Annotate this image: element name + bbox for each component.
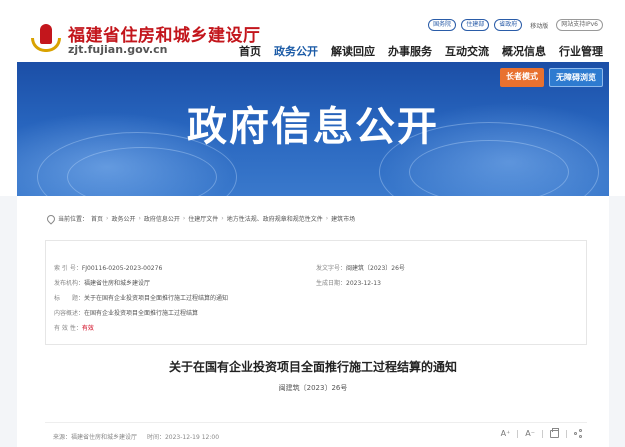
share-icon[interactable]: [574, 429, 583, 438]
info-summary-value: 在国有企业投资项目全面推行施工过程结算: [84, 310, 199, 317]
info-docno-value: 闽建筑〔2023〕26号: [346, 265, 405, 272]
breadcrumb-item-regulations[interactable]: 地方性法规、政府规章和规范性文件: [227, 214, 323, 223]
nav-item-gov-open[interactable]: 政务公开: [274, 43, 318, 59]
util-link-mobile[interactable]: 移动版: [527, 21, 551, 30]
meta-divider: [45, 422, 587, 423]
breadcrumb-item-gov-open[interactable]: 政务公开: [111, 214, 135, 223]
accessibility-button[interactable]: 无障碍浏览: [549, 68, 603, 87]
info-issuer-row: 发布机构：福建省住房和城乡建设厅: [54, 278, 150, 287]
document-source: 来源：福建省住房和城乡建设厅: [53, 434, 138, 441]
breadcrumb-item-construction-market[interactable]: 建筑市场: [331, 214, 355, 223]
info-title-key: 标 题：: [54, 295, 85, 302]
utility-links: 国务院 住建部 省政府 移动版 网站支持IPv6: [428, 19, 603, 31]
info-title-row: 标 题：关于在国有企业投资项目全面推行施工过程结算的通知: [54, 293, 228, 302]
util-link-province[interactable]: 省政府: [494, 19, 523, 31]
font-larger-button[interactable]: A⁺: [501, 429, 511, 438]
breadcrumb-label: 当前位置：: [58, 216, 89, 223]
info-summary-row: 内容概述：在国有企业投资项目全面推行施工过程结算: [54, 308, 198, 317]
mode-buttons: 长者模式 无障碍浏览: [500, 68, 603, 87]
nav-item-interpretation[interactable]: 解读回应: [331, 43, 375, 59]
nav-item-industry[interactable]: 行业管理: [559, 43, 603, 59]
article-content: 当前位置： 首页 › 政务公开 › 政府信息公开 › 住建厅文件 › 地方性法规…: [17, 196, 609, 447]
document-time: 时间：2023-12-19 12:00: [146, 434, 220, 441]
page-banner: 长者模式 无障碍浏览 政府信息公开: [17, 62, 609, 196]
site-url: zjt.fujian.gov.cn: [68, 43, 168, 56]
site-header: 福建省住房和城乡建设厅 zjt.fujian.gov.cn 国务院 住建部 省政…: [0, 0, 625, 62]
info-validity-value: 有效: [81, 325, 94, 332]
site-logo-icon[interactable]: [31, 24, 61, 52]
info-docno-row: 发文字号：闽建筑〔2023〕26号: [316, 263, 405, 272]
info-date-value: 2023-12-13: [346, 280, 381, 287]
elder-mode-button[interactable]: 长者模式: [500, 68, 544, 87]
util-link-state-council[interactable]: 国务院: [428, 19, 457, 31]
info-index-value: FJ00116-0205-2023-00276: [81, 265, 163, 272]
nav-item-home[interactable]: 首页: [239, 43, 261, 59]
left-gutter: [0, 196, 17, 447]
document-title: 关于在国有企业投资项目全面推行施工过程结算的通知: [168, 360, 457, 374]
info-issuer-key: 发布机构：: [54, 280, 85, 287]
location-pin-icon: [47, 215, 53, 223]
banner-title: 政府信息公开: [187, 104, 439, 150]
ipv6-badge: 网站支持IPv6: [556, 19, 603, 31]
document-info-table: 索 引 号：FJ00116-0205-2023-00276 发文字号：闽建筑〔2…: [45, 240, 587, 345]
article-tools: A⁺ A⁻: [501, 427, 583, 438]
font-smaller-button[interactable]: A⁻: [525, 429, 535, 438]
main-nav: 首页 政务公开 解读回应 办事服务 互动交流 概况信息 行业管理: [239, 43, 603, 59]
info-index-key: 索 引 号：: [54, 265, 82, 272]
breadcrumb-item-info-open[interactable]: 政府信息公开: [144, 214, 180, 223]
document-number: 闽建筑〔2023〕26号: [278, 384, 348, 392]
breadcrumb-item-dept-files[interactable]: 住建厅文件: [188, 214, 218, 223]
info-date-row: 生成日期：2023-12-13: [316, 278, 381, 287]
info-index-row: 索 引 号：FJ00116-0205-2023-00276: [54, 263, 162, 272]
info-title-value: 关于在国有企业投资项目全面推行施工过程结算的通知: [84, 295, 229, 302]
info-validity-row: 有 效 性：有效: [54, 323, 94, 332]
nav-item-services[interactable]: 办事服务: [388, 43, 432, 59]
util-link-mohurd[interactable]: 住建部: [461, 19, 490, 31]
info-summary-key: 内容概述：: [54, 310, 85, 317]
info-issuer-value: 福建省住房和城乡建设厅: [84, 280, 151, 287]
right-gutter: [609, 196, 625, 447]
info-docno-key: 发文字号：: [316, 265, 347, 272]
info-validity-key: 有 效 性：: [54, 325, 82, 332]
document-source-meta: 来源：福建省住房和城乡建设厅 时间：2023-12-19 12:00: [53, 432, 219, 441]
breadcrumb-item-home[interactable]: 首页: [91, 214, 103, 223]
print-icon[interactable]: [550, 427, 559, 438]
nav-item-interaction[interactable]: 互动交流: [445, 43, 489, 59]
info-date-key: 生成日期：: [316, 280, 347, 287]
breadcrumb: 当前位置： 首页 › 政务公开 › 政府信息公开 › 住建厅文件 › 地方性法规…: [47, 214, 355, 223]
nav-item-overview[interactable]: 概况信息: [502, 43, 546, 59]
